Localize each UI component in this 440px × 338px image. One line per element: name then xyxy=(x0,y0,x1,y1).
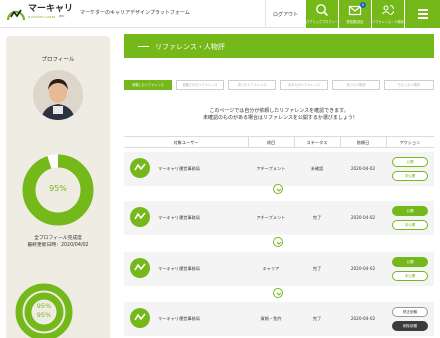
publish-button[interactable]: 公開 xyxy=(392,257,428,267)
chevron-down-icon xyxy=(276,188,282,192)
table-row: マーキャリ運営事務局 資格・免許 完了 2020-04-02 修正依頼 削除依頼 xyxy=(124,302,434,336)
nav-profile-search-button[interactable]: パブリックプロフィール検索 xyxy=(305,0,348,28)
completion-percent: 95% xyxy=(49,184,67,193)
tab-sent-evaluations[interactable]: 送った人物評 xyxy=(332,80,380,90)
logo[interactable]: マーキャリ MARKETER CAREER JMC xyxy=(6,4,73,24)
tagline: マーケターのキャリアデザインプラットフォーム xyxy=(80,10,190,16)
nav-label: パブリックプロフィール検索 xyxy=(306,20,348,24)
menu-icon xyxy=(418,9,428,11)
row-status: 完了 xyxy=(312,316,322,321)
page-title: リファレンス・人物評 xyxy=(155,43,225,51)
logo-subtext: MARKETER CAREER xyxy=(28,16,56,19)
updated-date: 最終更新日時：2020/04/02 xyxy=(27,243,89,248)
table-row: マーキャリ運営事務局 アチーブメント 未確認 2020-04-02 公開 非公開 xyxy=(124,152,434,186)
secondary-donut: 95% 95% xyxy=(14,282,74,338)
user-logo-icon xyxy=(130,158,150,178)
row-status: 完了 xyxy=(312,266,322,271)
completion-donut: 95% xyxy=(22,154,94,226)
row-date: 2020-04-02 xyxy=(350,166,376,171)
unpublish-button[interactable]: 非公開 xyxy=(392,171,428,181)
row-item: アチーブメント xyxy=(256,166,286,171)
tab-received-requests[interactable]: 依頼されたリファレンス xyxy=(176,80,224,90)
row-user[interactable]: マーキャリ運営事務局 xyxy=(158,215,200,221)
completion-label: 全プロフィール完成度 xyxy=(34,236,82,241)
col-user: 対象ユーザー xyxy=(173,140,199,145)
secondary-chart xyxy=(15,283,73,338)
tab-received-evaluations[interactable]: もらった人物評 xyxy=(384,80,434,90)
unpublish-button[interactable]: 非公開 xyxy=(392,220,428,230)
people-refresh-icon xyxy=(382,4,395,16)
row-date: 2020-04-02 xyxy=(350,215,376,220)
col-date: 依頼日 xyxy=(356,140,370,145)
row-user[interactable]: マーキャリ運営事務局 xyxy=(158,316,200,322)
table-header: 対象ユーザー 項目 ステータス 依頼日 アクション xyxy=(124,136,434,148)
menu-icon xyxy=(418,17,428,19)
secondary-percent: 95% xyxy=(36,311,52,319)
row-status: 完了 xyxy=(312,215,322,220)
title-dash xyxy=(138,45,149,47)
table-row: マーキャリ運営事務局 キャリア 完了 2020-04-02 公開 非公開 xyxy=(124,252,434,286)
expand-button[interactable] xyxy=(273,237,283,247)
row-status: 未確認 xyxy=(310,166,324,171)
user-logo-icon xyxy=(130,258,150,278)
chevron-down-icon xyxy=(276,292,282,296)
page-title-bar: リファレンス・人物評 xyxy=(124,34,434,58)
request-edit-button[interactable]: 修正依頼 xyxy=(392,307,428,317)
row-date: 2020-04-02 xyxy=(350,316,376,321)
logo-jmc: JMC xyxy=(59,14,65,18)
row-item: 資格・免許 xyxy=(260,316,282,321)
menu-icon xyxy=(418,13,428,15)
publish-button[interactable]: 公開 xyxy=(392,157,428,167)
sidebar-title: プロフィール xyxy=(41,57,75,63)
chevron-down-icon xyxy=(276,241,282,245)
request-delete-button[interactable]: 削除依頼 xyxy=(392,321,428,331)
tab-got-references[interactable]: 貰ったリファレンス xyxy=(228,80,276,90)
expand-button[interactable] xyxy=(273,184,283,194)
user-logo-icon xyxy=(130,207,150,227)
intro-text: 未確認のものがある場合はリファレンスを公開するか選びましょう! xyxy=(203,115,355,121)
logout-button[interactable]: ログアウト xyxy=(265,0,305,28)
avatar[interactable] xyxy=(33,70,83,120)
table-row: マーキャリ運営事務局 アチーブメント 完了 2020-04-02 公開 非公開 xyxy=(124,201,434,235)
user-logo-icon xyxy=(130,308,150,328)
logo-text: マーキャリ xyxy=(28,4,74,14)
col-item: 項目 xyxy=(266,140,276,145)
tab-requested-references[interactable]: 依頼したリファレンス xyxy=(124,80,172,90)
col-status: ステータス xyxy=(306,140,328,145)
row-item: キャリア xyxy=(262,266,280,271)
reference-tabs: 依頼したリファレンス 依頼されたリファレンス 貰ったリファレンス あなたのリファ… xyxy=(124,80,434,90)
row-item: アチーブメント xyxy=(256,215,286,220)
page: マーキャリ MARKETER CAREER JMC マーケターのキャリアデザイン… xyxy=(0,0,440,338)
nav-inbox-button[interactable]: 受信箱/送信 xyxy=(338,0,371,28)
unpublish-button[interactable]: 非公開 xyxy=(392,271,428,281)
nav-reference-button[interactable]: リファレンス・人物評価 xyxy=(371,0,407,28)
logo-mark-icon xyxy=(6,9,26,21)
search-icon xyxy=(316,4,329,17)
nav-label: 受信箱/送信 xyxy=(346,20,364,24)
row-date: 2020-04-02 xyxy=(350,266,376,271)
avatar-photo xyxy=(33,70,83,120)
menu-button[interactable] xyxy=(404,0,440,28)
row-user[interactable]: マーキャリ運営事務局 xyxy=(158,266,200,272)
row-user[interactable]: マーキャリ運営事務局 xyxy=(158,166,200,172)
inbox-count-badge: 0 xyxy=(360,2,366,8)
col-action: アクション xyxy=(399,140,421,145)
header: マーキャリ MARKETER CAREER JMC マーケターのキャリアデザイン… xyxy=(0,0,440,28)
profile-sidebar: プロフィール 95% 全プロフィール完成度 最終更新日時：2020/04/02 xyxy=(6,36,110,338)
tab-your-references[interactable]: あなたのリファレンス xyxy=(280,80,328,90)
secondary-percent: 95% xyxy=(36,302,52,310)
intro-text: このページでは自分が依頼したリファレンスを確認できます。 xyxy=(209,108,349,114)
expand-button[interactable] xyxy=(273,288,283,298)
publish-button[interactable]: 公開 xyxy=(392,206,428,216)
nav-label: リファレンス・人物評価 xyxy=(372,20,407,24)
